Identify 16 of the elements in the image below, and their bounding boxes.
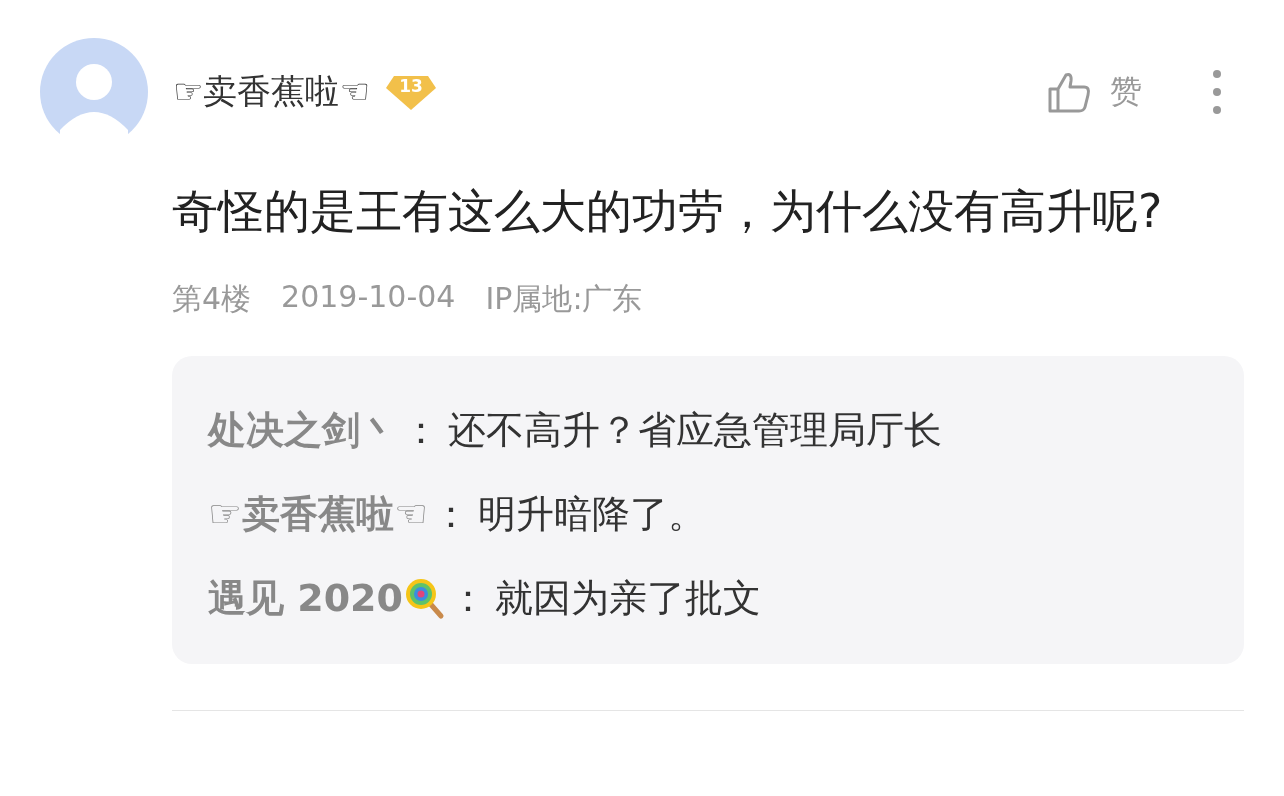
colon: ： xyxy=(432,490,471,538)
reply-author[interactable]: 处决之剑丶 xyxy=(208,404,398,456)
comment-text: 奇怪的是王有这么大的功劳，为什么没有高升呢? xyxy=(172,183,1164,240)
floor-number: 第4楼 xyxy=(172,280,252,318)
reply-author[interactable]: 遇见 2020 xyxy=(208,572,403,624)
reply-text: 还不高升？省应急管理局厅长 xyxy=(448,406,942,454)
username[interactable]: ☞卖香蕉啦☜ xyxy=(173,69,370,115)
colon: ： xyxy=(402,406,440,454)
like-button[interactable]: 赞 xyxy=(1046,69,1142,115)
colon: ： xyxy=(449,574,487,622)
ip-location: IP属地:广东 xyxy=(485,280,643,318)
reply-text: 就因为亲了批文 xyxy=(495,574,761,622)
post-date: 2019-10-04 xyxy=(281,279,456,316)
more-icon[interactable] xyxy=(1212,69,1222,115)
reply-author[interactable]: ☞卖香蕉啦☜ xyxy=(208,488,429,540)
reply-text: 明升暗降了。 xyxy=(478,490,707,538)
